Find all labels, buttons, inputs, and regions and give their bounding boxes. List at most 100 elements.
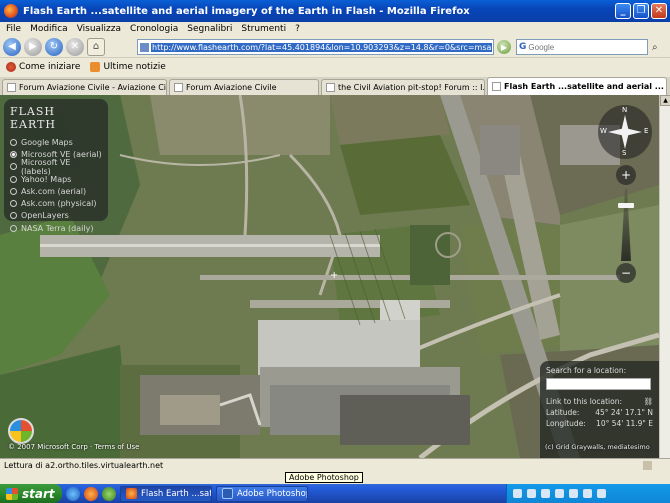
flash-earth-logo: FLASH EARTH bbox=[10, 105, 56, 131]
quicklaunch-ie-icon[interactable] bbox=[66, 486, 80, 501]
status-indicator-icon bbox=[643, 461, 652, 470]
menu-strumenti[interactable]: Strumenti bbox=[241, 24, 286, 34]
menu-modifica[interactable]: Modifica bbox=[30, 24, 68, 34]
menu-file[interactable]: File bbox=[6, 24, 21, 34]
menu-segnalibri[interactable]: Segnalibri bbox=[187, 24, 232, 34]
microsoft-logo bbox=[8, 418, 34, 444]
tray-icon[interactable] bbox=[583, 489, 592, 498]
search-box[interactable]: G bbox=[516, 39, 648, 55]
tray-icon[interactable] bbox=[555, 489, 564, 498]
source-ask-physical[interactable]: Ask.com (physical) bbox=[10, 197, 102, 209]
compass-east: E bbox=[644, 127, 649, 135]
minimize-button[interactable]: _ bbox=[615, 3, 631, 19]
close-button[interactable]: ✕ bbox=[651, 3, 667, 19]
google-icon[interactable]: G bbox=[519, 42, 526, 52]
radio-button[interactable] bbox=[10, 175, 17, 183]
taskbar: start Flash Earth ...satellit... Adobe P… bbox=[0, 484, 670, 503]
url-text[interactable]: http://www.flashearth.com/?lat=45.401894… bbox=[151, 42, 493, 52]
link-chain-icon[interactable]: ⛓ bbox=[643, 397, 653, 406]
quicklaunch-app-icon[interactable] bbox=[102, 486, 116, 501]
home-icon[interactable]: ⌂ bbox=[87, 37, 105, 56]
menu-help[interactable]: ? bbox=[295, 24, 300, 34]
system-tray bbox=[506, 484, 670, 503]
bookmark-come-iniziare[interactable]: Come iniziare bbox=[6, 62, 80, 72]
link-location-label: Link to this location: bbox=[546, 397, 623, 406]
forward-icon[interactable]: ▶ bbox=[24, 37, 42, 56]
page-icon bbox=[140, 42, 149, 52]
source-ask-aerial[interactable]: Ask.com (aerial) bbox=[10, 185, 102, 197]
zoom-control: + − bbox=[613, 165, 639, 283]
quicklaunch-firefox-icon[interactable] bbox=[84, 486, 98, 501]
title-bar: Flash Earth ...satellite and aerial imag… bbox=[0, 0, 670, 22]
stop-icon[interactable]: ✕ bbox=[66, 37, 84, 56]
menu-visualizza[interactable]: Visualizza bbox=[77, 24, 121, 34]
compass-rotation-control[interactable]: N S E W bbox=[598, 105, 652, 159]
zoom-out-button[interactable]: − bbox=[616, 263, 636, 283]
zoom-slider-thumb[interactable] bbox=[618, 203, 634, 208]
tray-icon[interactable] bbox=[541, 489, 550, 498]
taskbar-item-photoshop[interactable]: Adobe Photoshop bbox=[216, 485, 308, 502]
firefox-bookmark-icon bbox=[6, 62, 16, 72]
tab-flash-earth[interactable]: Flash Earth ...satellite and aerial ... … bbox=[487, 77, 667, 95]
back-icon[interactable]: ◀ bbox=[3, 37, 21, 56]
vertical-scrollbar[interactable]: ▲ bbox=[659, 95, 670, 458]
radio-button[interactable] bbox=[10, 212, 17, 220]
compass-south: S bbox=[622, 149, 627, 157]
tab-forum-aviazione-civile-2[interactable]: Forum Aviazione Civile bbox=[169, 79, 319, 95]
location-search-input[interactable] bbox=[546, 378, 651, 390]
radio-button[interactable] bbox=[10, 200, 17, 208]
compass-north: N bbox=[622, 106, 628, 114]
rss-feed-icon bbox=[90, 62, 101, 72]
window-title: Flash Earth ...satellite and aerial imag… bbox=[23, 5, 470, 17]
longitude-label: Longitude: bbox=[546, 419, 586, 428]
go-arrow-icon[interactable]: ▶ bbox=[497, 40, 511, 54]
source-microsoft-ve-labels[interactable]: Microsoft VE (labels) bbox=[10, 158, 102, 176]
radio-button[interactable] bbox=[10, 163, 17, 171]
firefox-icon bbox=[126, 488, 137, 499]
restore-button[interactable]: ❐ bbox=[633, 3, 649, 19]
page-icon bbox=[326, 83, 335, 92]
zoom-in-button[interactable]: + bbox=[616, 165, 636, 185]
menu-cronologia[interactable]: Cronologia bbox=[130, 24, 178, 34]
flash-earth-source-panel: FLASH EARTH Google Maps Microsoft VE (ae… bbox=[4, 99, 108, 233]
address-bar[interactable]: http://www.flashearth.com/?lat=45.401894… bbox=[137, 39, 494, 55]
tray-icon[interactable] bbox=[569, 489, 578, 498]
search-input[interactable] bbox=[528, 42, 619, 52]
windows-logo-icon bbox=[6, 487, 18, 500]
page-icon bbox=[7, 83, 16, 92]
flash-earth-favicon bbox=[492, 82, 501, 91]
taskbar-item-firefox[interactable]: Flash Earth ...satellit... bbox=[120, 485, 212, 502]
svg-text:+: + bbox=[330, 270, 338, 281]
tab-bar: Forum Aviazione Civile - Aviazione Civil… bbox=[0, 77, 670, 95]
compass-west: W bbox=[600, 127, 607, 135]
reload-icon[interactable]: ↻ bbox=[45, 37, 63, 56]
tab-civil-aviation-pit-stop[interactable]: the Civil Aviation pit-stop! Forum :: I.… bbox=[321, 79, 485, 95]
radio-button-selected[interactable] bbox=[10, 150, 17, 158]
search-go-icon[interactable]: ⌕ bbox=[652, 42, 658, 53]
start-button[interactable]: start bbox=[0, 484, 62, 503]
source-google-maps[interactable]: Google Maps bbox=[10, 136, 102, 148]
tray-icon[interactable] bbox=[527, 489, 536, 498]
tray-icon[interactable] bbox=[513, 489, 522, 498]
bookmark-ultime-notizie[interactable]: Ultime notizie bbox=[90, 62, 166, 72]
status-text: Lettura di a2.ortho.tiles.virtualearth.n… bbox=[4, 461, 164, 470]
radio-button[interactable] bbox=[10, 224, 17, 232]
page-icon bbox=[174, 83, 183, 92]
tab-forum-aviazione-civile-1[interactable]: Forum Aviazione Civile - Aviazione Civil… bbox=[2, 79, 167, 95]
longitude-value: 10° 54' 11.9" E bbox=[596, 419, 653, 428]
source-nasa-terra[interactable]: NASA Terra (daily) bbox=[10, 222, 102, 234]
tooltip: Adobe Photoshop bbox=[285, 472, 363, 483]
menu-bar: File Modifica Visualizza Cronologia Segn… bbox=[0, 22, 670, 36]
search-location-label: Search for a location: bbox=[546, 366, 627, 375]
latitude-value: 45° 24' 17.1" N bbox=[595, 408, 653, 417]
radio-button[interactable] bbox=[10, 138, 17, 146]
scroll-up-icon[interactable]: ▲ bbox=[660, 95, 670, 106]
zoom-slider-track[interactable] bbox=[621, 189, 631, 261]
radio-button[interactable] bbox=[10, 187, 17, 195]
source-openlayers[interactable]: OpenLayers bbox=[10, 210, 102, 222]
latitude-label: Latitude: bbox=[546, 408, 580, 417]
map-copyright: © 2007 Microsoft Corp · Terms of Use bbox=[8, 443, 140, 451]
firefox-icon bbox=[4, 4, 18, 18]
status-bar: Lettura di a2.ortho.tiles.virtualearth.n… bbox=[0, 458, 670, 472]
tray-icon[interactable] bbox=[597, 489, 606, 498]
